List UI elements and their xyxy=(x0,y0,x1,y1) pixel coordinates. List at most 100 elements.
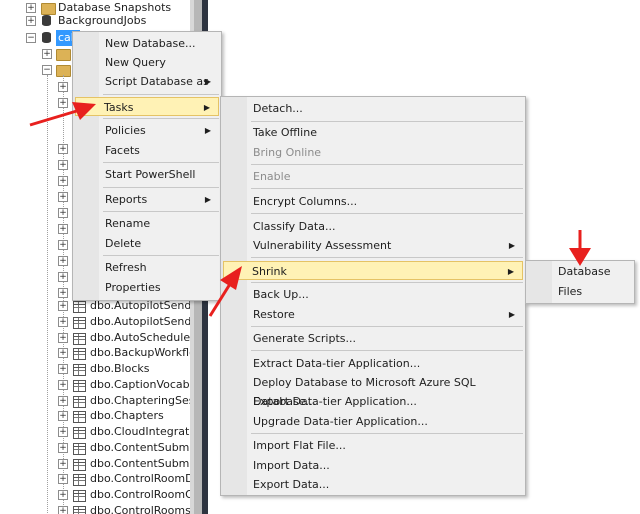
menu-item-generate-scripts[interactable]: Generate Scripts... xyxy=(223,329,523,348)
expand-icon[interactable]: + xyxy=(58,301,68,311)
expand-icon[interactable]: + xyxy=(58,427,68,437)
table-icon xyxy=(73,396,86,408)
table-row[interactable]: + dbo.ContentSubmiss xyxy=(0,456,190,472)
menu-item-import-flat-file[interactable]: Import Flat File... xyxy=(223,436,523,455)
table-row[interactable]: + dbo.ControlRooms xyxy=(0,503,190,514)
menu-item-label: Generate Scripts... xyxy=(253,332,356,345)
menu-item-shrink[interactable]: Shrink ▶ xyxy=(223,261,523,280)
expand-icon[interactable]: + xyxy=(26,16,36,26)
tree-node-hidden[interactable]: + xyxy=(0,189,70,205)
menu-item-detach[interactable]: Detach... xyxy=(223,99,523,118)
expand-icon[interactable]: + xyxy=(58,240,68,250)
tree-node-child[interactable]: − xyxy=(0,62,71,78)
expand-icon[interactable]: + xyxy=(58,380,68,390)
menu-item-reports[interactable]: Reports ▶ xyxy=(75,190,219,209)
table-row[interactable]: + dbo.AutopilotSends xyxy=(0,314,190,330)
menu-item-upgrade-data-tier[interactable]: Upgrade Data-tier Application... xyxy=(223,412,523,431)
table-icon xyxy=(73,333,86,345)
tree-node-hidden[interactable]: + xyxy=(0,173,70,189)
expand-icon[interactable]: + xyxy=(58,192,68,202)
menu-item-refresh[interactable]: Refresh xyxy=(75,258,219,277)
table-label: dbo.ContentSubmiss xyxy=(90,457,190,470)
menu-item-back-up[interactable]: Back Up... xyxy=(223,285,523,304)
expand-icon[interactable]: + xyxy=(58,396,68,406)
menu-item-label: Classify Data... xyxy=(253,220,336,233)
collapse-icon[interactable]: − xyxy=(26,33,36,43)
table-row[interactable]: + dbo.AutoScheduleIns xyxy=(0,330,190,346)
tree-node-child[interactable]: + xyxy=(0,46,71,62)
menu-item-export-data-tier[interactable]: Export Data-tier Application... xyxy=(223,392,523,411)
tree-node-hidden[interactable]: + xyxy=(0,237,70,253)
menu-item-restore[interactable]: Restore ▶ xyxy=(223,305,523,324)
menu-item-import-data[interactable]: Import Data... xyxy=(223,456,523,475)
tree-node-hidden[interactable]: + xyxy=(0,79,70,95)
menu-item-take-offline[interactable]: Take Offline xyxy=(223,123,523,142)
tree-node-hidden[interactable]: + xyxy=(0,269,70,285)
expand-icon[interactable]: + xyxy=(58,82,68,92)
tree-node-backgroundjobs[interactable]: + BackgroundJobs xyxy=(0,13,190,29)
menu-item-delete[interactable]: Delete xyxy=(75,234,219,253)
table-row[interactable]: + dbo.ContentSubmiss xyxy=(0,440,190,456)
expand-icon[interactable]: + xyxy=(58,256,68,266)
expand-icon[interactable]: + xyxy=(58,288,68,298)
expand-icon[interactable]: + xyxy=(58,364,68,374)
menu-separator xyxy=(251,188,523,189)
table-row[interactable]: + dbo.Chapters xyxy=(0,408,190,424)
menu-item-new-query[interactable]: New Query xyxy=(75,53,219,72)
menu-item-export-data[interactable]: Export Data... xyxy=(223,475,523,494)
table-row[interactable]: + dbo.ChapteringSessio xyxy=(0,393,190,409)
tree-node-hidden[interactable]: + xyxy=(0,205,70,221)
expand-icon[interactable]: + xyxy=(58,490,68,500)
menu-item-label: New Database... xyxy=(105,37,196,50)
table-row[interactable]: + dbo.ControlRoomDe xyxy=(0,471,190,487)
tree-node-hidden[interactable]: + xyxy=(0,221,70,237)
collapse-icon[interactable]: − xyxy=(42,65,52,75)
database-icon xyxy=(42,32,51,43)
tree-node-hidden[interactable]: + xyxy=(0,157,70,173)
tasks-submenu: Detach... Take Offline Bring Online Enab… xyxy=(220,96,526,496)
table-row[interactable]: + dbo.ControlRoomOu xyxy=(0,487,190,503)
expand-icon[interactable]: + xyxy=(58,224,68,234)
tree-node-hidden[interactable]: + xyxy=(0,141,70,157)
table-row[interactable]: + dbo.BackupWorkflow xyxy=(0,345,190,361)
menu-item-deploy-azure[interactable]: Deploy Database to Microsoft Azure SQL D… xyxy=(223,373,523,408)
expand-icon[interactable]: + xyxy=(58,272,68,282)
menu-item-classify-data[interactable]: Classify Data... xyxy=(223,217,523,236)
menu-item-facets[interactable]: Facets xyxy=(75,141,219,160)
menu-item-label: Back Up... xyxy=(253,288,309,301)
expand-icon[interactable]: + xyxy=(58,144,68,154)
expand-icon[interactable]: + xyxy=(58,443,68,453)
menu-item-extract-data-tier[interactable]: Extract Data-tier Application... xyxy=(223,354,523,373)
menu-item-shrink-files[interactable]: Files xyxy=(528,282,632,301)
table-row[interactable]: + dbo.CloudIntegration xyxy=(0,424,190,440)
expand-icon[interactable]: + xyxy=(58,317,68,327)
menu-item-vulnerability-assessment[interactable]: Vulnerability Assessment ▶ xyxy=(223,236,523,255)
menu-item-encrypt-columns[interactable]: Encrypt Columns... xyxy=(223,192,523,211)
expand-icon[interactable]: + xyxy=(42,49,52,59)
expand-icon[interactable]: + xyxy=(26,3,36,13)
expand-icon[interactable]: + xyxy=(58,208,68,218)
menu-item-label: Restore xyxy=(253,308,295,321)
menu-item-script-database-as[interactable]: Script Database as ▶ xyxy=(75,72,219,91)
menu-item-new-database[interactable]: New Database... xyxy=(75,34,219,53)
red-arrow-icon xyxy=(208,266,242,317)
tree-node-label: BackgroundJobs xyxy=(58,14,147,27)
table-icon xyxy=(73,364,86,376)
expand-icon[interactable]: + xyxy=(58,474,68,484)
expand-icon[interactable]: + xyxy=(58,459,68,469)
table-label: dbo.ControlRooms xyxy=(90,504,190,514)
table-row[interactable]: + dbo.CaptionVocabul xyxy=(0,377,190,393)
menu-item-properties[interactable]: Properties xyxy=(75,278,219,297)
menu-item-label: Shrink xyxy=(252,265,287,278)
tree-node-hidden[interactable]: + xyxy=(0,253,70,269)
menu-item-start-powershell[interactable]: Start PowerShell xyxy=(75,165,219,184)
expand-icon[interactable]: + xyxy=(58,333,68,343)
expand-icon[interactable]: + xyxy=(58,506,68,514)
expand-icon[interactable]: + xyxy=(58,348,68,358)
expand-icon[interactable]: + xyxy=(58,176,68,186)
submenu-arrow-icon: ▶ xyxy=(203,103,210,112)
expand-icon[interactable]: + xyxy=(58,160,68,170)
expand-icon[interactable]: + xyxy=(58,411,68,421)
menu-item-rename[interactable]: Rename xyxy=(75,214,219,233)
table-row[interactable]: + dbo.Blocks xyxy=(0,361,190,377)
